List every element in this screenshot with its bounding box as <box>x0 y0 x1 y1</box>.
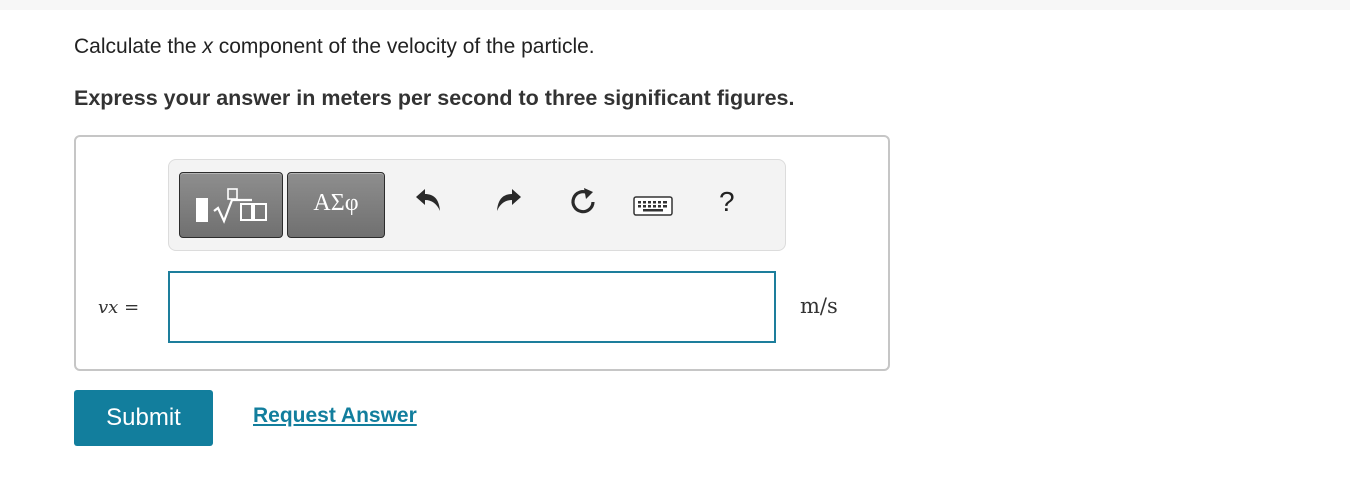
submit-button[interactable]: Submit <box>74 390 213 446</box>
equals-sign: = <box>124 297 140 318</box>
keyboard-icon[interactable] <box>633 196 673 216</box>
question-prefix: Calculate the <box>74 35 203 58</box>
question-variable: x <box>202 35 213 58</box>
answer-panel: ΑΣφ ? vx = m/s <box>74 135 890 371</box>
redo-icon[interactable] <box>493 188 523 214</box>
answer-instruction: Express your answer in meters per second… <box>74 86 795 110</box>
help-button[interactable]: ? <box>719 187 735 217</box>
question-text: Calculate the x component of the velocit… <box>74 35 595 59</box>
top-strip <box>0 0 1350 10</box>
math-toolbar: ΑΣφ ? <box>168 159 786 251</box>
greek-symbols-button[interactable]: ΑΣφ <box>287 172 385 238</box>
request-answer-link[interactable]: Request Answer <box>253 404 417 428</box>
reset-icon[interactable] <box>568 187 598 217</box>
question-suffix: component of the velocity of the particl… <box>212 35 595 58</box>
variable-subscript: x <box>108 297 119 318</box>
answer-input[interactable] <box>168 271 776 343</box>
templates-button[interactable] <box>179 172 283 238</box>
templates-sqrt-icon <box>196 188 267 224</box>
undo-icon[interactable] <box>414 188 444 214</box>
variable-main: v <box>98 297 109 318</box>
unit-label: m/s <box>800 294 838 318</box>
answer-variable-label: vx = <box>98 297 139 318</box>
greek-symbols-label: ΑΣφ <box>313 190 359 216</box>
